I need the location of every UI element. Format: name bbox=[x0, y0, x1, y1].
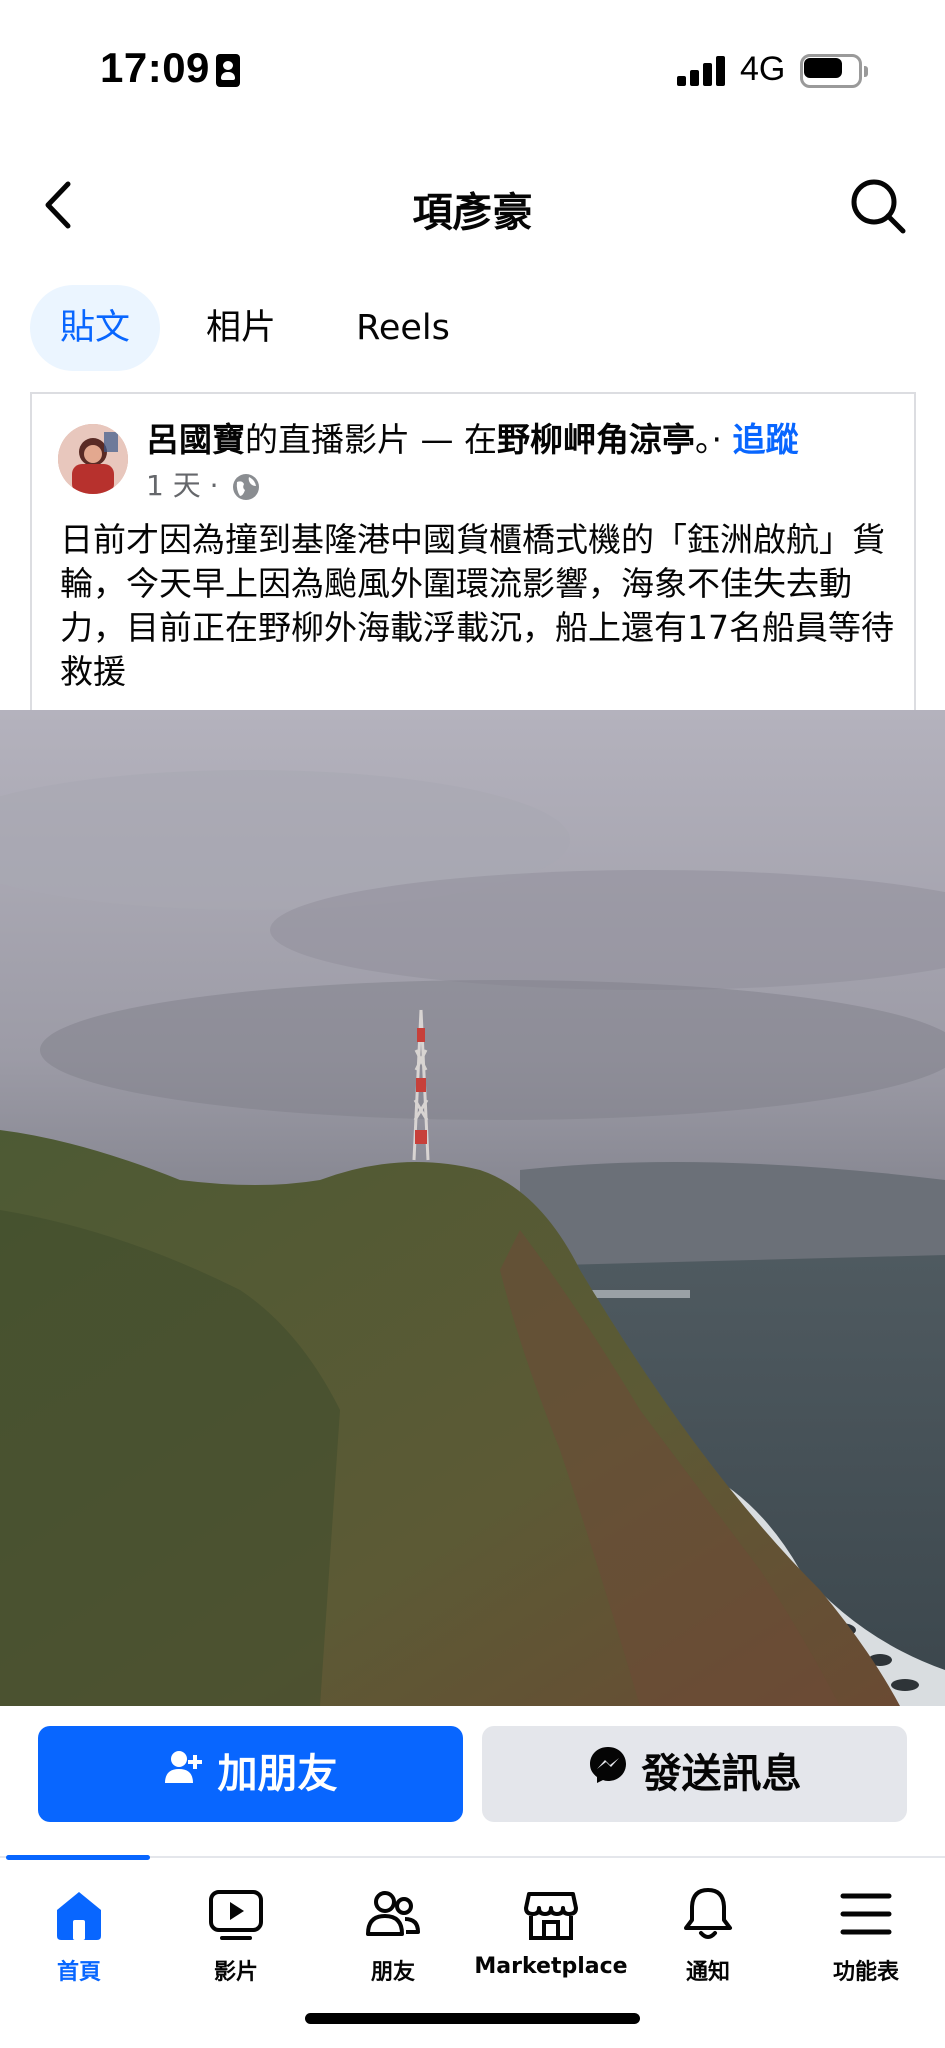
post-action-text: 的直播影片 — 在 bbox=[245, 420, 497, 459]
facebook-profile-page: 17:09 4G 項彥豪 貼文 相片 Reels 呂國寶的直播影片 — 在野柳岬… bbox=[0, 0, 945, 2048]
nav-notifications[interactable]: 通知 bbox=[629, 1886, 787, 1996]
tab-photos[interactable]: 相片 bbox=[176, 285, 306, 371]
tab-posts[interactable]: 貼文 bbox=[30, 285, 160, 371]
nav-label-friends: 朋友 bbox=[370, 1960, 415, 1985]
status-time: 17:09 bbox=[100, 44, 210, 91]
friends-icon bbox=[314, 1886, 472, 1942]
send-message-button[interactable]: 發送訊息 bbox=[482, 1726, 907, 1822]
home-indicator[interactable] bbox=[305, 2013, 640, 2024]
nav-menu[interactable]: 功能表 bbox=[787, 1886, 945, 1996]
tab-reels[interactable]: Reels bbox=[336, 285, 470, 371]
post-location[interactable]: 野柳岬角涼亭 bbox=[497, 420, 695, 459]
post-punct: 。· bbox=[694, 420, 722, 459]
nav-friends[interactable]: 朋友 bbox=[314, 1886, 472, 1996]
post-time: 1 天 · bbox=[146, 469, 219, 502]
nav-label-home: 首頁 bbox=[56, 1960, 101, 1985]
live-video-thumbnail[interactable] bbox=[0, 710, 945, 1706]
battery-icon bbox=[800, 54, 868, 88]
avatar[interactable] bbox=[58, 424, 128, 494]
post-author[interactable]: 呂國寶 bbox=[146, 420, 245, 459]
home-icon bbox=[0, 1886, 158, 1942]
globe-icon bbox=[231, 472, 261, 502]
status-bar: 17:09 4G bbox=[0, 0, 945, 130]
cellular-signal-icon bbox=[677, 56, 727, 86]
messenger-icon bbox=[588, 1724, 628, 1820]
network-label: 4G bbox=[740, 50, 786, 88]
menu-icon bbox=[787, 1886, 945, 1942]
add-person-icon bbox=[164, 1724, 204, 1820]
post-body-text: 日前才因為撞到基隆港中國貨櫃橋式機的「鈺洲啟航」貨輪，今天早上因為颱風外圍環流影… bbox=[60, 520, 894, 691]
add-friend-label: 加朋友 bbox=[217, 1751, 338, 1797]
bell-icon bbox=[629, 1886, 787, 1942]
search-icon[interactable] bbox=[848, 176, 908, 236]
post-card: 呂國寶的直播影片 — 在野柳岬角涼亭。· 追蹤 1 天 · 日前才因為撞到基隆港… bbox=[30, 392, 916, 712]
add-friend-button[interactable]: 加朋友 bbox=[38, 1726, 463, 1822]
nav-label-menu: 功能表 bbox=[832, 1960, 899, 1985]
nav-home[interactable]: 首頁 bbox=[0, 1886, 158, 1996]
send-message-label: 發送訊息 bbox=[641, 1751, 802, 1797]
post-meta: 1 天 · bbox=[146, 466, 261, 506]
nav-label-marketplace: Marketplace bbox=[474, 1954, 628, 1979]
profile-actions: 加朋友 發送訊息 bbox=[0, 1706, 945, 1856]
follow-link[interactable]: 追蹤 bbox=[732, 420, 798, 459]
contact-card-icon bbox=[216, 54, 240, 87]
nav-marketplace[interactable]: Marketplace bbox=[472, 1886, 630, 1996]
top-header: 項彥豪 bbox=[0, 150, 945, 260]
page-title: 項彥豪 bbox=[412, 190, 533, 236]
marketplace-icon bbox=[472, 1886, 630, 1942]
nav-video[interactable]: 影片 bbox=[157, 1886, 315, 1996]
profile-tabs: 貼文 相片 Reels bbox=[0, 285, 945, 375]
nav-label-notifications: 通知 bbox=[685, 1960, 730, 1985]
video-icon bbox=[157, 1886, 315, 1942]
nav-label-video: 影片 bbox=[213, 1960, 258, 1985]
post-header: 呂國寶的直播影片 — 在野柳岬角涼亭。· 追蹤 bbox=[146, 418, 906, 462]
active-tab-indicator bbox=[6, 1855, 150, 1860]
